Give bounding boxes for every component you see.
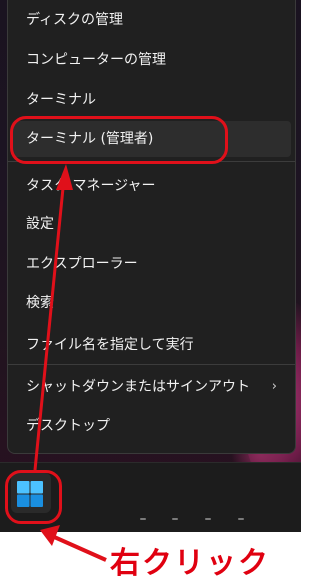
annotation-arrows [33,164,107,562]
arrow-left-line [51,534,107,562]
arrow-left-head [40,525,60,546]
arrow-up-line [33,177,66,471]
arrow-up-head [56,164,73,190]
right-click-annotation: 右クリック [110,546,270,581]
